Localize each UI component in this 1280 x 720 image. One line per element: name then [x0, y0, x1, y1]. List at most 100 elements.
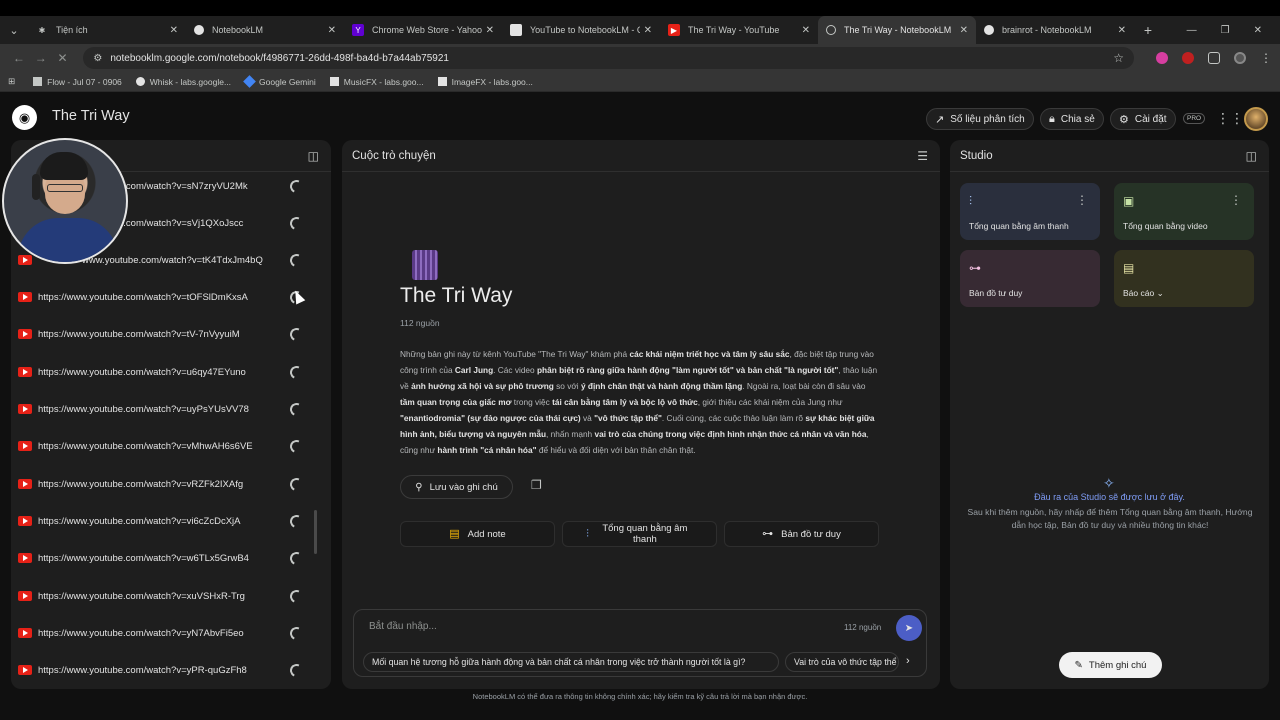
summary-text: so với — [553, 381, 581, 391]
collapse-panel-icon[interactable]: ◫ — [308, 149, 319, 163]
minimize-icon[interactable]: — — [1187, 25, 1197, 36]
source-item[interactable]: https://www.youtube.com/watch?v=vi6cZcDc… — [18, 511, 308, 531]
extensions-menu-icon[interactable] — [1207, 52, 1220, 64]
bookmark-item[interactable]: Whisk - labs.google... — [135, 76, 232, 87]
chat-placeholder[interactable]: Bắt đầu nhập... — [369, 621, 437, 632]
suggestion-chip[interactable]: Vai trò của vô thức tập thể — [785, 652, 899, 672]
chevron-right-icon[interactable]: › — [906, 655, 910, 667]
add-note-button[interactable]: ✎ Thêm ghi chú — [1059, 652, 1162, 678]
stop-icon[interactable]: ✕ — [52, 51, 74, 65]
notebook-emoji-icon — [412, 250, 438, 280]
copy-icon[interactable]: ❐ — [531, 478, 542, 492]
more-options-icon[interactable]: ⋮ — [1076, 193, 1088, 207]
add-note-action-button[interactable]: ▤ Add note — [400, 521, 555, 547]
collapse-panel-icon[interactable]: ◫ — [1246, 149, 1257, 163]
bookmark-item[interactable]: Flow - Jul 07 - 0906 — [33, 77, 122, 87]
summary-highlight: ý định chân thật và hành động thầm lặng — [580, 381, 743, 391]
close-window-icon[interactable]: ✕ — [1254, 25, 1262, 36]
browser-tab[interactable]: Y Chrome Web Store - Yahoo Se... ✕ — [344, 16, 502, 44]
audio-overview-action-button[interactable]: ⫶ Tổng quan bằng âm thanh — [562, 521, 717, 547]
report-card[interactable]: ▤ Báo cáo ⌄ — [1114, 250, 1254, 307]
source-item[interactable]: https://www.youtube.com/watch?v=uyPsYUsV… — [18, 399, 308, 419]
source-item[interactable]: https://www.youtube.com/watch?v=xuVSHxR-… — [18, 586, 308, 606]
profile-icon[interactable] — [1233, 52, 1246, 64]
more-options-icon[interactable]: ⋮ — [1230, 193, 1242, 207]
card-label: Bản đồ tư duy — [969, 288, 1023, 298]
apps-icon[interactable]: ⊞ — [8, 76, 15, 87]
source-item[interactable]: https://www.youtube.com/watch?v=yPR-quGz… — [18, 660, 308, 680]
save-to-note-button[interactable]: ⚲ Lưu vào ghi chú — [400, 475, 513, 499]
source-item[interactable]: https://www.youtube.com/watch?v=u6qy47EY… — [18, 362, 308, 382]
url-field[interactable]: ⚙ notebooklm.google.com/notebook/f498677… — [83, 47, 1134, 69]
chat-header: Cuộc trò chuyện ☰ — [342, 140, 940, 172]
video-overview-card[interactable]: ▣ ⋮ Tổng quan bằng video — [1114, 183, 1254, 240]
site-info-icon[interactable]: ⚙ — [93, 53, 102, 64]
bookmark-item[interactable]: ImageFX - labs.goo... — [437, 77, 533, 87]
forward-icon[interactable]: → — [30, 51, 52, 65]
browser-tab[interactable]: ✱ Tiện ích ✕ — [28, 16, 186, 44]
video-icon: ▣ — [1123, 194, 1135, 208]
source-item[interactable]: https://www.youtube.com/watch?v=tOFSlDmK… — [18, 287, 308, 307]
analytics-button[interactable]: ↗ Số liệu phân tích — [926, 108, 1034, 130]
mind-map-card[interactable]: ⊶ Bản đồ tư duy — [960, 250, 1100, 307]
close-icon[interactable]: ✕ — [802, 25, 810, 36]
source-item[interactable]: https://www.youtube.com/watch?v=yN7AbvFi… — [18, 623, 308, 643]
tab-search-icon[interactable]: ⌄ — [0, 16, 28, 44]
browser-tab[interactable]: ▶ The Tri Way - YouTube ✕ — [660, 16, 818, 44]
summary-text: trong việc — [511, 397, 553, 407]
extension-icon[interactable] — [1155, 52, 1168, 64]
share-button[interactable]: 🔒︎ Chia sẻ — [1040, 108, 1104, 130]
browser-tab-active[interactable]: The Tri Way - NotebookLM ✕ — [818, 16, 976, 44]
more-menu-icon[interactable]: ⋮ — [1260, 51, 1272, 65]
youtube-icon — [18, 665, 32, 675]
browser-tab[interactable]: brainrot - NotebookLM ✕ — [976, 16, 1134, 44]
avatar[interactable] — [1244, 107, 1268, 131]
back-icon[interactable]: ← — [8, 51, 30, 65]
send-button[interactable]: ➤ — [896, 615, 922, 641]
notebooklm-logo-icon[interactable]: ◉ — [12, 105, 37, 130]
bookmark-item[interactable]: Google Gemini — [243, 75, 316, 88]
loading-spinner-icon — [288, 252, 305, 269]
apps-grid-icon[interactable]: ⋮⋮ — [1216, 110, 1244, 127]
close-icon[interactable]: ✕ — [1118, 25, 1126, 36]
source-item[interactable]: https://www.youtube.com/watch?v=vMhwAH6s… — [18, 436, 308, 456]
chat-input-box[interactable]: Bắt đầu nhập... 112 nguồn ➤ Mối quan hệ … — [353, 609, 927, 677]
analytics-label: Số liệu phân tích — [950, 113, 1025, 125]
chat-source-count: 112 nguồn — [844, 623, 882, 632]
mind-map-action-button[interactable]: ⊶ Bản đồ tư duy — [724, 521, 879, 547]
close-icon[interactable]: ✕ — [486, 25, 494, 36]
tune-icon[interactable]: ☰ — [917, 149, 928, 163]
chevron-down-icon[interactable]: ⌄ — [1157, 288, 1164, 298]
browser-tab[interactable]: YouTube to NotebookLM - Cửa... ✕ — [502, 16, 660, 44]
browser-tab[interactable]: NotebookLM ✕ — [186, 16, 344, 44]
youtube-icon — [18, 404, 32, 414]
tab-title: NotebookLM — [212, 25, 264, 35]
address-bar: ← → ✕ ⚙ notebooklm.google.com/notebook/f… — [0, 44, 1280, 72]
source-item[interactable]: https://www.youtube.com/watch?v=w6TLx5Gr… — [18, 548, 308, 568]
extension-icon[interactable] — [1181, 52, 1194, 64]
close-icon[interactable]: ✕ — [170, 25, 178, 36]
source-item[interactable]: https://www.youtube.com/watch?v=tV-7nVyy… — [18, 324, 308, 344]
close-icon[interactable]: ✕ — [960, 25, 968, 36]
summary-highlight: hành trình "cá nhân hóa" — [437, 445, 537, 455]
restore-icon[interactable]: ❐ — [1221, 25, 1230, 36]
bookmark-item[interactable]: MusicFX - labs.goo... — [329, 77, 424, 87]
youtube-icon: ▶ — [668, 24, 680, 36]
magic-wand-icon: ✧ — [1103, 475, 1115, 491]
glasses — [47, 184, 83, 192]
audio-wave-icon: ⫶ — [586, 527, 589, 540]
notebook-title[interactable]: The Tri Way — [52, 108, 130, 124]
audio-overview-card[interactable]: ⫶ ⋮ Tổng quan bằng âm thanh — [960, 183, 1100, 240]
sources-scrollbar[interactable] — [314, 510, 317, 554]
bookmark-label: Whisk - labs.google... — [149, 76, 232, 87]
source-item[interactable]: https://www.youtube.com/watch?v=vRZFk2IX… — [18, 474, 308, 494]
close-icon[interactable]: ✕ — [644, 25, 652, 36]
bookmark-star-icon[interactable]: ☆ — [1113, 51, 1124, 65]
suggestion-chip[interactable]: Mối quan hệ tương hỗ giữa hành động và b… — [363, 652, 779, 672]
summary-highlight: "vô thức tập thể" — [594, 413, 662, 423]
summary-highlight: phân biệt rõ ràng giữa hành động "làm ng… — [536, 365, 839, 375]
close-icon[interactable]: ✕ — [328, 25, 336, 36]
settings-button[interactable]: ⚙ Cài đặt — [1110, 108, 1176, 130]
studio-empty-title: Đầu ra của Studio sẽ được lưu ở đây. — [1034, 492, 1185, 502]
new-tab-icon[interactable]: + — [1134, 22, 1162, 38]
